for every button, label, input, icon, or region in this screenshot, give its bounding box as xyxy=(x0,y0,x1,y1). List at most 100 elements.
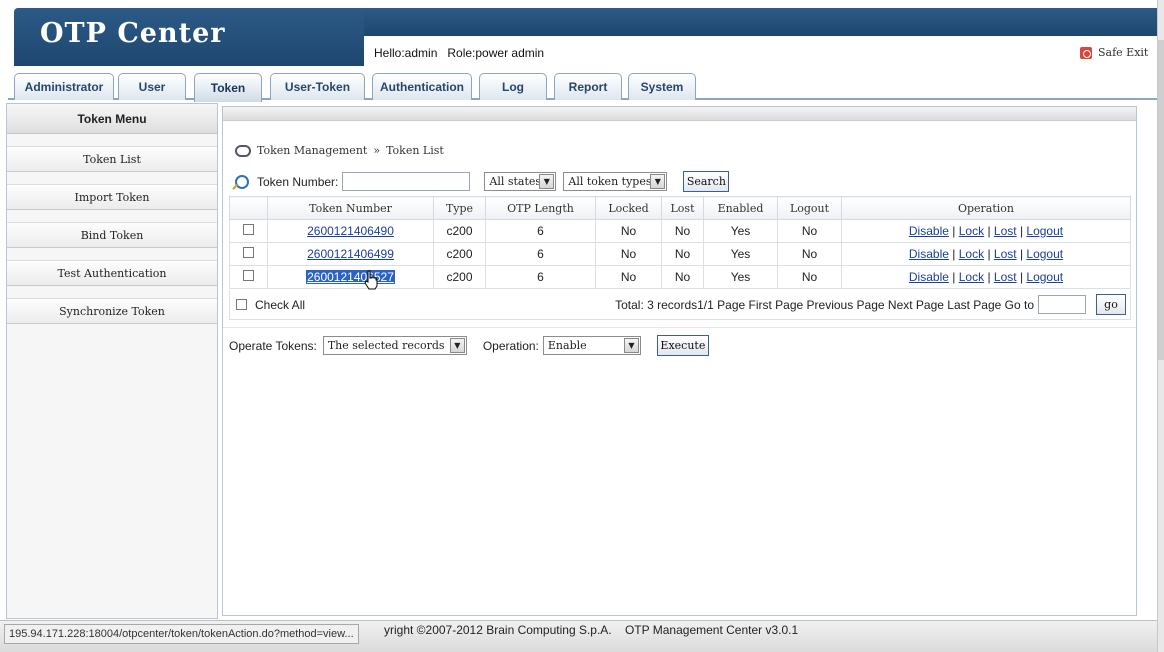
operation-cell: Disable | Lock | Lost | Logout xyxy=(841,265,1131,289)
tab-system[interactable]: System xyxy=(628,73,696,100)
header-otp-length: OTP Length xyxy=(485,196,596,220)
chevron-down-icon: ▼ xyxy=(449,338,465,353)
power-icon xyxy=(1080,46,1092,59)
lock-link[interactable]: Lock xyxy=(959,224,984,238)
logout-cell: No xyxy=(777,265,842,289)
row-select-cell xyxy=(229,219,268,243)
tab-report[interactable]: Report xyxy=(554,73,622,100)
row-checkbox[interactable] xyxy=(243,247,254,258)
otp-length-cell: 6 xyxy=(485,219,596,243)
operation-label: Operation: xyxy=(482,338,539,353)
token-number-cell: 2600121406527 xyxy=(267,265,434,289)
main-tabs: Administrator User Token User-Token Auth… xyxy=(8,70,1158,102)
row-checkbox[interactable] xyxy=(243,270,254,281)
enabled-cell: Yes xyxy=(703,265,778,289)
disable-link[interactable]: Disable xyxy=(909,247,949,261)
logout-link[interactable]: Logout xyxy=(1026,247,1063,261)
execute-button[interactable]: Execute xyxy=(656,335,709,356)
operate-row: Operate Tokens: The selected records ▼ O… xyxy=(229,335,709,356)
token-link[interactable]: 2600121406527 xyxy=(306,270,395,284)
tab-authentication[interactable]: Authentication xyxy=(372,73,472,100)
lock-link[interactable]: Lock xyxy=(959,247,984,261)
chevron-down-icon: ▼ xyxy=(623,338,639,353)
locked-cell: No xyxy=(595,265,662,289)
row-checkbox[interactable] xyxy=(243,224,254,235)
logout-link[interactable]: Logout xyxy=(1026,224,1063,238)
tab-user[interactable]: User xyxy=(118,73,186,100)
safe-exit-link[interactable]: Safe Exit xyxy=(1080,46,1148,59)
check-all-checkbox[interactable] xyxy=(236,299,247,310)
header-type: Type xyxy=(433,196,486,220)
table-header-row: Token Number Type OTP Length Locked Lost… xyxy=(229,196,1131,220)
header-logout: Logout xyxy=(777,196,842,220)
go-button[interactable]: go xyxy=(1096,294,1126,315)
op-separator: | xyxy=(952,247,956,261)
goto-page-input[interactable] xyxy=(1038,295,1086,314)
header-lost: Lost xyxy=(661,196,704,220)
lost-link[interactable]: Lost xyxy=(994,270,1017,284)
token-link[interactable]: 2600121406490 xyxy=(307,224,394,238)
header: OTP Center Hello:admin Role:power admin … xyxy=(0,0,1164,70)
enabled-cell: Yes xyxy=(703,219,778,243)
op-separator: | xyxy=(952,224,956,238)
op-separator: | xyxy=(1019,247,1024,261)
op-separator: | xyxy=(987,224,991,238)
header-band xyxy=(364,8,1158,36)
breadcrumb-icon xyxy=(235,144,251,157)
row-select-cell xyxy=(229,265,268,289)
header-select xyxy=(229,196,268,220)
sidebar-item-bind-token[interactable]: Bind Token xyxy=(7,222,217,248)
main-panel: Token Management » Token List Token Numb… xyxy=(222,106,1137,616)
operation-select[interactable]: Enable ▼ xyxy=(542,336,641,355)
tab-administrator[interactable]: Administrator xyxy=(14,73,114,100)
token-link[interactable]: 2600121406499 xyxy=(307,247,394,261)
type-select-value: All token types xyxy=(568,175,652,188)
breadcrumb-token-list: Token List xyxy=(386,144,444,157)
sidebar: Token Menu Token List Import Token Bind … xyxy=(6,103,218,619)
lock-link[interactable]: Lock xyxy=(959,270,984,284)
tab-user-token[interactable]: User-Token xyxy=(270,73,365,100)
operate-records-select[interactable]: The selected records ▼ xyxy=(322,336,467,355)
sidebar-item-test-authentication[interactable]: Test Authentication xyxy=(7,260,217,286)
header-locked: Locked xyxy=(595,196,662,220)
sidebar-item-import-token[interactable]: Import Token xyxy=(7,184,217,210)
type-cell: c200 xyxy=(433,242,486,266)
lost-cell: No xyxy=(661,265,704,289)
lost-link[interactable]: Lost xyxy=(994,247,1017,261)
op-separator: | xyxy=(1019,270,1024,284)
tab-log[interactable]: Log xyxy=(479,73,547,100)
otp-length-cell: 6 xyxy=(485,265,596,289)
op-separator: | xyxy=(987,247,991,261)
app-logo: OTP Center xyxy=(40,18,226,49)
state-select[interactable]: All states ▼ xyxy=(484,172,557,191)
token-number-label: Token Number: xyxy=(257,174,339,189)
token-number-input[interactable] xyxy=(342,172,471,191)
tab-token[interactable]: Token xyxy=(194,73,262,102)
row-select-cell xyxy=(229,242,268,266)
enabled-cell: Yes xyxy=(703,242,778,266)
breadcrumb: Token Management » Token List xyxy=(235,144,444,157)
operate-records-value: The selected records xyxy=(327,339,445,352)
type-select[interactable]: All token types ▼ xyxy=(563,172,668,191)
search-button[interactable]: Search xyxy=(683,171,730,192)
logout-link[interactable]: Logout xyxy=(1026,270,1063,284)
hand-cursor-icon xyxy=(364,270,378,290)
copyright-text: yright ©2007-2012 Brain Computing S.p.A.… xyxy=(384,623,799,637)
lost-link[interactable]: Lost xyxy=(994,224,1017,238)
pager-summary: Total: 3 records1/1 Page First Page Prev… xyxy=(615,297,1034,312)
sidebar-item-synchronize-token[interactable]: Synchronize Token xyxy=(7,298,217,324)
sidebar-item-token-list[interactable]: Token List xyxy=(7,146,217,172)
operate-tokens-label: Operate Tokens: xyxy=(229,338,317,353)
chevron-down-icon: ▼ xyxy=(539,174,555,189)
disable-link[interactable]: Disable xyxy=(909,270,949,284)
state-select-value: All states xyxy=(489,175,542,188)
scrollbar-thumb[interactable] xyxy=(1158,40,1164,360)
table-row: 2600121406490 c200 6 No No Yes No Disabl… xyxy=(229,219,1131,243)
safe-exit-label: Safe Exit xyxy=(1098,46,1149,59)
table-row: 2600121406499 c200 6 No No Yes No Disabl… xyxy=(229,242,1131,266)
disable-link[interactable]: Disable xyxy=(909,224,949,238)
status-url: 195.94.171.228:18004/otpcenter/token/tok… xyxy=(4,624,359,644)
operation-cell: Disable | Lock | Lost | Logout xyxy=(841,242,1131,266)
user-info: Hello:admin Role:power admin xyxy=(374,46,545,60)
header-enabled: Enabled xyxy=(703,196,778,220)
